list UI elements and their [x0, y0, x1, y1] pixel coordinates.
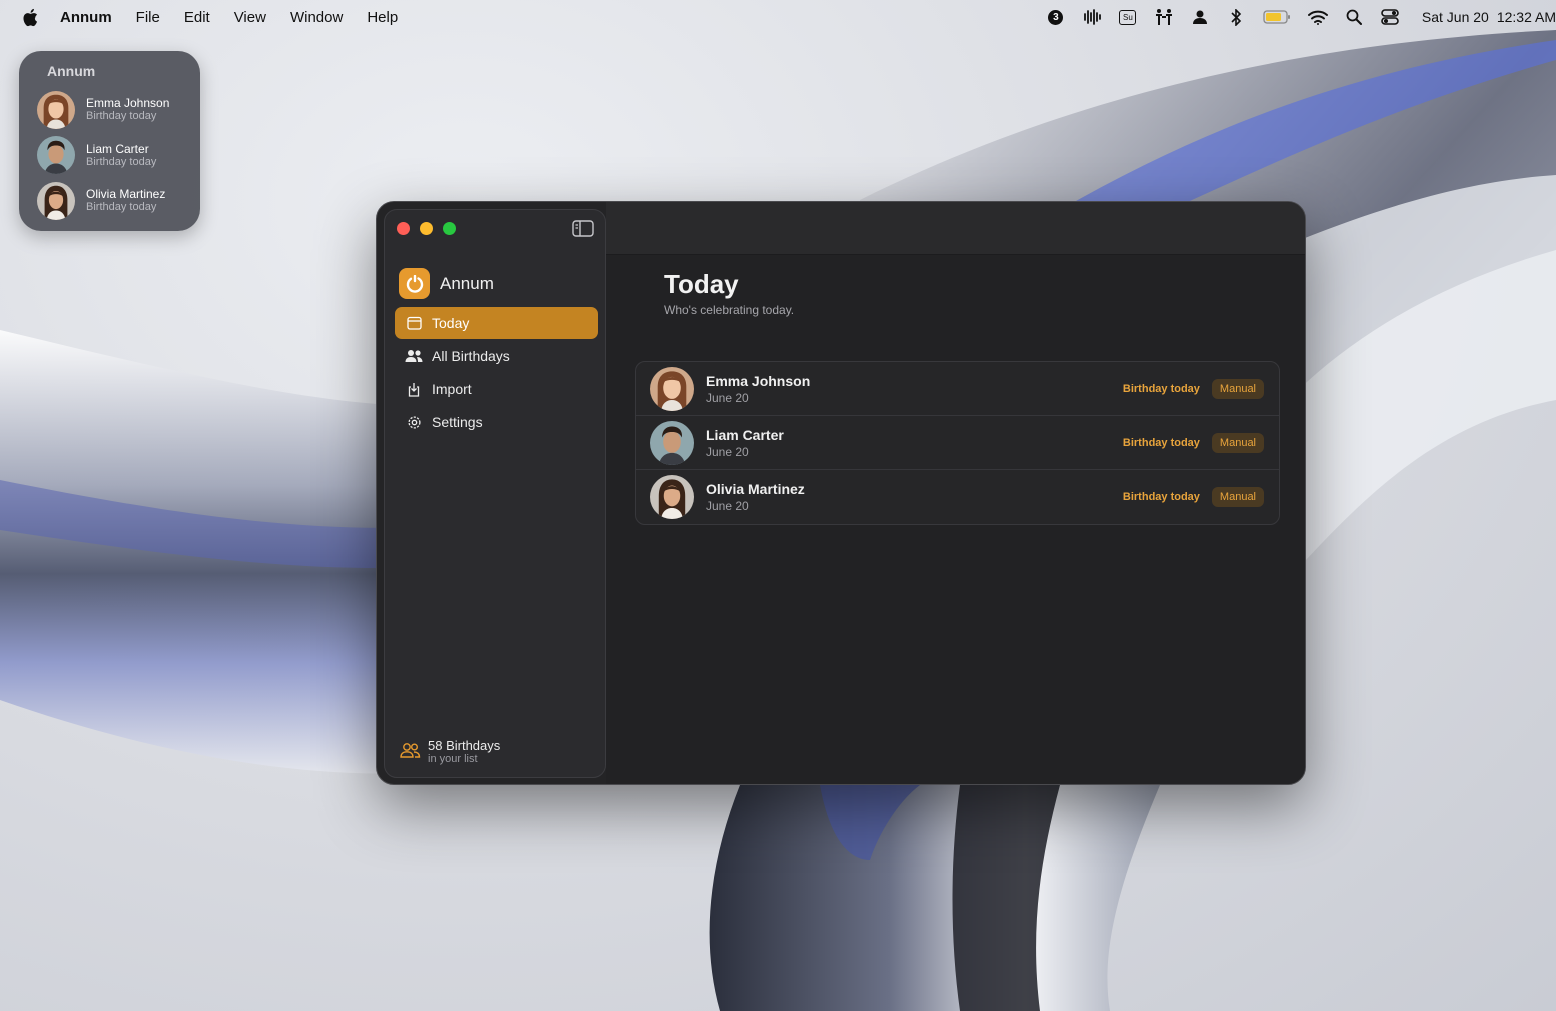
- sidebar-item-settings[interactable]: Settings: [395, 406, 598, 438]
- clock-time: 12:32 AM: [1496, 9, 1556, 25]
- birthday-count: 58 Birthdays: [428, 738, 501, 753]
- calendar-icon: [405, 314, 423, 332]
- annum-logo-icon: [399, 268, 430, 299]
- menu-view[interactable]: View: [234, 9, 266, 26]
- user-icon[interactable]: [1182, 0, 1218, 34]
- page-subtitle: Who's celebrating today.: [664, 303, 795, 317]
- sidebar-item-label: Today: [432, 315, 470, 331]
- apple-menu-icon[interactable]: [0, 8, 60, 27]
- avatar: [37, 136, 75, 175]
- toggle-sidebar-icon[interactable]: [572, 220, 594, 237]
- menu-app-name[interactable]: Annum: [60, 9, 112, 26]
- source-badge: Manual: [1211, 487, 1264, 507]
- sidebar-item-label: Settings: [432, 414, 483, 430]
- avatar: [650, 475, 694, 519]
- sidebar-item-today[interactable]: Today: [395, 307, 598, 339]
- page-title: Today: [664, 269, 739, 299]
- avatar: [650, 420, 694, 465]
- sidebar-footer: 58 Birthdays in your list: [399, 738, 500, 766]
- menu-window[interactable]: Window: [290, 9, 343, 26]
- accessibility-icon[interactable]: [1146, 0, 1182, 34]
- person-name: Emma Johnson: [706, 372, 811, 389]
- clock-date: Sat Jun 20: [1421, 9, 1489, 25]
- menu-clock[interactable]: Sat Jun 20 12:32 AM: [1422, 9, 1556, 25]
- people-icon: [405, 347, 423, 365]
- widget-person-subtitle: Birthday today: [86, 201, 157, 214]
- table-row[interactable]: Liam Carter June 20 Birthday today Manua…: [636, 416, 1279, 470]
- su-label: Su: [1119, 9, 1137, 25]
- table-row[interactable]: Olivia Martinez June 20 Birthday today M…: [636, 470, 1279, 524]
- menu-edit[interactable]: Edit: [184, 9, 210, 26]
- people-outline-icon: [399, 741, 421, 763]
- import-icon: [405, 380, 423, 398]
- person-date: June 20: [706, 390, 749, 405]
- wifi-icon[interactable]: [1300, 0, 1336, 34]
- gear-icon: [405, 413, 423, 431]
- annum-widget[interactable]: Annum Emma Johnson Birthday today Liam C…: [19, 51, 200, 231]
- menu-file[interactable]: File: [136, 9, 160, 26]
- avatar: [37, 90, 75, 129]
- notification-count: 3: [1048, 9, 1064, 25]
- sidebar: Annum Today All Birthdays Import Setting…: [384, 209, 606, 778]
- person-name: Liam Carter: [706, 426, 784, 443]
- source-badge: Manual: [1211, 432, 1264, 453]
- status-text: Birthday today: [1122, 491, 1200, 503]
- widget-person-row[interactable]: Olivia Martinez Birthday today: [19, 178, 200, 224]
- menu-bar: Annum File Edit View Window Help 3 Su Sa…: [0, 0, 1556, 34]
- birthday-list: Emma Johnson June 20 Birthday today Manu…: [635, 361, 1280, 525]
- menu-help[interactable]: Help: [367, 9, 398, 26]
- widget-title: Annum: [47, 63, 96, 79]
- spotlight-search-icon[interactable]: [1336, 0, 1372, 34]
- app-window: Today Who's celebrating today. Emma John…: [376, 201, 1306, 785]
- widget-person-subtitle: Birthday today: [86, 110, 157, 123]
- zoom-button[interactable]: [443, 222, 456, 235]
- widget-person-row[interactable]: Emma Johnson Birthday today: [19, 87, 200, 133]
- source-badge: Manual: [1211, 378, 1264, 399]
- su-icon[interactable]: Su: [1110, 0, 1146, 34]
- status-text: Birthday today: [1122, 382, 1200, 395]
- widget-person-row[interactable]: Liam Carter Birthday today: [19, 133, 200, 179]
- sidebar-item-label: All Birthdays: [432, 348, 510, 364]
- minimize-button[interactable]: [420, 222, 433, 235]
- sidebar-nav: Today All Birthdays Import Settings: [395, 307, 598, 439]
- window-toolbar: [606, 202, 1305, 254]
- person-name: Olivia Martinez: [706, 481, 805, 497]
- status-text: Birthday today: [1122, 436, 1200, 449]
- sidebar-item-label: Import: [432, 381, 472, 397]
- person-date: June 20: [706, 444, 749, 459]
- waveform-icon[interactable]: [1074, 0, 1110, 34]
- person-date: June 20: [706, 499, 749, 513]
- avatar: [650, 366, 694, 411]
- notification-count-icon[interactable]: 3: [1038, 0, 1074, 34]
- main-content: Today Who's celebrating today. Emma John…: [606, 255, 1305, 784]
- widget-person-name: Liam Carter: [86, 141, 149, 156]
- bluetooth-icon[interactable]: [1218, 0, 1254, 34]
- birthday-count-subtitle: in your list: [428, 753, 478, 765]
- widget-person-subtitle: Birthday today: [86, 155, 157, 168]
- sidebar-item-all-birthdays[interactable]: All Birthdays: [395, 340, 598, 372]
- battery-icon[interactable]: [1254, 0, 1300, 34]
- window-controls: [397, 222, 456, 235]
- sidebar-item-import[interactable]: Import: [395, 373, 598, 405]
- control-center-icon[interactable]: [1372, 0, 1408, 34]
- app-brand-name: Annum: [440, 273, 494, 293]
- app-brand: Annum: [399, 268, 494, 299]
- close-button[interactable]: [397, 222, 410, 235]
- widget-person-name: Emma Johnson: [86, 96, 170, 111]
- avatar: [37, 181, 75, 220]
- table-row[interactable]: Emma Johnson June 20 Birthday today Manu…: [636, 362, 1279, 416]
- widget-person-name: Olivia Martinez: [86, 187, 166, 202]
